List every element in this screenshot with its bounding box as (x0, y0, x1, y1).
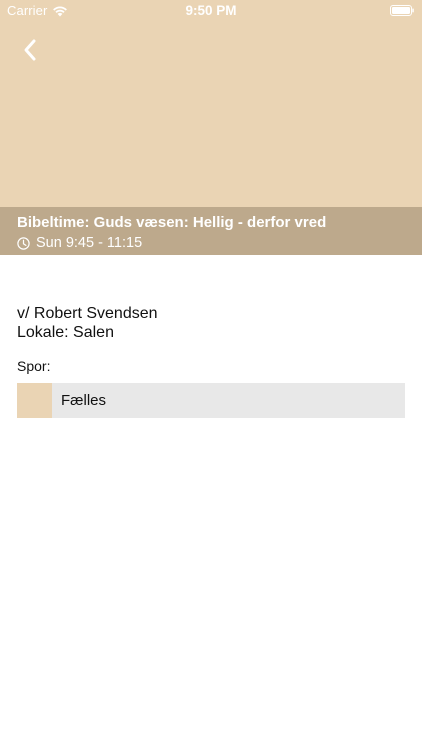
battery-icon (390, 5, 414, 16)
tracks-label: Spor: (17, 358, 51, 374)
track-name: Fælles (61, 392, 107, 409)
track-color-swatch (17, 383, 52, 418)
room-label: Lokale: Salen (17, 324, 114, 341)
event-header-image: Carrier 9:50 PM Bibeltime: Guds væsen: H… (0, 0, 422, 255)
back-button[interactable] (14, 34, 46, 66)
status-bar: Carrier 9:50 PM (0, 0, 422, 22)
event-title: Bibeltime: Guds væsen: Hellig - derfor v… (17, 214, 327, 231)
event-details: v/ Robert Svendsen Lokale: Salen (17, 304, 407, 342)
event-time: Sun 9:45 - 11:15 (36, 235, 143, 251)
speaker-label: v/ Robert Svendsen (17, 305, 158, 322)
event-time-row: Sun 9:45 - 11:15 (17, 235, 405, 252)
clock-icon (17, 237, 30, 250)
event-title-bar: Bibeltime: Guds væsen: Hellig - derfor v… (0, 207, 422, 255)
chevron-left-icon (24, 39, 36, 61)
status-time: 9:50 PM (185, 3, 237, 18)
track-item[interactable]: Fælles (17, 383, 405, 418)
